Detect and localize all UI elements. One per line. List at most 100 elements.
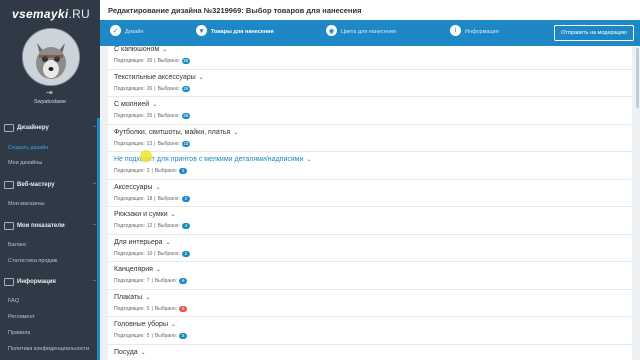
chevron-down-icon[interactable]: ⌄: [156, 267, 161, 273]
fit-count: 12: [146, 223, 153, 229]
chevron-up-icon: ⌃: [92, 125, 98, 132]
chevron-down-icon[interactable]: ⌄: [162, 47, 167, 53]
selected-count-badge: 5: [179, 333, 188, 339]
chevron-down-icon[interactable]: ⌄: [145, 295, 150, 301]
fit-label: Подходящих:: [114, 305, 145, 312]
scrollbar[interactable]: [636, 48, 639, 108]
chevron-down-icon[interactable]: ⌄: [199, 75, 204, 81]
chevron-down-icon[interactable]: ⌄: [171, 212, 176, 218]
sidebar-section-webmaster[interactable]: Веб-мастеру ⌃: [4, 181, 97, 189]
category-row[interactable]: С капюшоном ⌄ Подходящих: 26 | Выбрано: 26: [108, 46, 632, 70]
fit-label: Подходящих:: [114, 140, 145, 147]
category-name[interactable]: Рюкзаки и сумки ⌄: [114, 211, 176, 218]
chevron-down-icon[interactable]: ⌄: [233, 130, 238, 136]
category-name[interactable]: Аксессуары ⌄: [114, 184, 160, 191]
category-meta: Подходящих: 26 | Выбрано: 26: [114, 58, 190, 64]
fit-count: 26: [146, 58, 153, 64]
separator: |: [151, 168, 153, 174]
selected-count-badge: 23: [181, 140, 190, 147]
info-icon: [4, 278, 14, 286]
category-row[interactable]: Футболки, свитшоты, майки, платья ⌄ Подход…: [108, 124, 632, 152]
category-list: С капюшоном ⌄ Подходящих: 26 | Выбрано: 26 Текс…: [100, 46, 640, 360]
chevron-down-icon[interactable]: ⌄: [155, 185, 160, 191]
step-label: Товары для нанесения: [211, 29, 274, 35]
selected-count-badge: 4: [181, 223, 190, 229]
page-title: Редактирование дизайна №3219969: Выбор т…: [108, 6, 362, 15]
category-row[interactable]: Аксессуары ⌄ Подходящих: 18 | Выбрано: 2: [108, 179, 632, 207]
logo-suffix: .RU: [68, 7, 91, 21]
sidebar-item-regulations[interactable]: Регламент: [8, 314, 35, 320]
category-row[interactable]: Для интерьера ⌄ Подходящих: 10 | Выбрано: 2: [108, 234, 632, 262]
category-name[interactable]: Плакаты ⌄: [114, 294, 150, 301]
chevron-down-icon[interactable]: ⌄: [152, 102, 157, 108]
category-title: Аксессуары: [114, 183, 153, 191]
selected-label: Выбрано:: [154, 168, 178, 174]
sidebar-item-create-design[interactable]: Создать дизайн: [8, 145, 48, 151]
sidebar-item-faq[interactable]: FAQ: [8, 298, 19, 304]
sidebar-section-stats[interactable]: Мои показатели ⌃: [4, 222, 97, 230]
category-name[interactable]: Текстильные аксессуары ⌄: [114, 74, 204, 81]
chevron-down-icon[interactable]: ⌄: [171, 322, 176, 328]
category-row[interactable]: Рюкзаки и сумки ⌄ Подходящих: 12 | Выбрано: 4: [108, 207, 632, 235]
category-name[interactable]: Футболки, свитшоты, майки, платья ⌄: [114, 129, 238, 136]
info-icon: i: [450, 25, 461, 36]
category-row[interactable]: Головные уборы ⌄ Подходящих: 5 | Выбрано: 5: [108, 317, 632, 345]
category-row[interactable]: Посуда ⌄: [108, 344, 632, 360]
chevron-down-icon[interactable]: ⌄: [166, 240, 171, 246]
wolf-avatar-icon: [23, 29, 79, 85]
category-name[interactable]: Для интерьера ⌄: [114, 239, 171, 246]
send-to-moderation-button[interactable]: Отправить на модерацию: [554, 25, 634, 41]
step-products[interactable]: ▾ Товары для нанесения: [196, 25, 274, 36]
category-name[interactable]: Канцелярия ⌄: [114, 266, 161, 273]
separator: |: [154, 223, 156, 229]
step-info[interactable]: i Информация: [450, 25, 499, 36]
step-colors[interactable]: ◉ Цвета для нанесения: [326, 25, 396, 36]
avatar[interactable]: [22, 28, 80, 86]
selected-label: Выбрано:: [157, 195, 180, 202]
logo[interactable]: vsemayki.RU: [12, 7, 90, 21]
category-row[interactable]: Плакаты ⌄ Подходящих: 5 | Выбрано: 0: [108, 289, 632, 317]
category-title: Рюкзаки и сумки: [114, 211, 168, 218]
separator: |: [154, 113, 156, 119]
selected-count-badge: 26: [181, 85, 190, 92]
category-meta: Подходящих: 26 | Выбрано: 26: [114, 85, 190, 92]
sidebar-item-sales-stats[interactable]: Статистика продаж: [8, 258, 57, 264]
category-name[interactable]: С молнией ⌄: [114, 101, 157, 108]
category-title: С капюшоном: [114, 46, 160, 53]
category-title: Головные уборы: [114, 321, 168, 328]
category-row[interactable]: Текстильные аксессуары ⌄ Подходящих: 26 | Выб…: [108, 69, 632, 97]
selected-label: Выбрано:: [157, 113, 180, 119]
category-name[interactable]: Головные уборы ⌄: [114, 321, 176, 328]
sidebar-item-my-designs[interactable]: Мои дизайны: [8, 160, 42, 166]
section-label: Мои показатели: [17, 223, 65, 229]
step-label: Дизайн: [125, 29, 144, 35]
username: Swyatoslawe: [33, 99, 67, 105]
category-title: Для интерьера: [114, 238, 163, 246]
chevron-down-icon[interactable]: ⌄: [141, 350, 146, 356]
sidebar-section-info[interactable]: Информация ⌃: [4, 278, 97, 286]
fit-label: Подходящих:: [114, 58, 145, 64]
separator: |: [151, 278, 153, 284]
top-bar: Редактирование дизайна №3219969: Выбор т…: [100, 0, 640, 21]
sidebar-item-privacy[interactable]: Политика конфиденциальности: [8, 346, 89, 352]
sidebar-item-rules[interactable]: Правила: [8, 330, 30, 336]
selected-label: Выбрано:: [157, 85, 180, 92]
fit-count: 26: [146, 85, 153, 92]
separator: |: [151, 333, 153, 339]
category-name[interactable]: С капюшоном ⌄: [114, 46, 167, 53]
chevron-down-icon[interactable]: ⌄: [306, 157, 311, 163]
sidebar-section-designer[interactable]: Дизайнеру ⌃: [4, 124, 97, 132]
category-row[interactable]: Канцелярия ⌄ Подходящих: 7 | Выбрано: 6: [108, 262, 632, 290]
fit-count: 23: [146, 140, 153, 147]
sidebar-item-my-shops[interactable]: Мои магазины: [8, 201, 45, 207]
sidebar-item-balance[interactable]: Баланс: [8, 242, 27, 248]
category-title: Футболки, свитшоты, майки, платья: [114, 128, 231, 136]
category-meta: Подходящих: 5 | Выбрано: 5: [114, 333, 188, 339]
logout-icon[interactable]: ⇥: [46, 88, 53, 97]
category-row[interactable]: Не подходит для принтов с мелкими деталя…: [108, 152, 632, 180]
category-row[interactable]: С молнией ⌄ Подходящих: 25 | Выбрано: 25: [108, 97, 632, 125]
mouse-cursor-highlight: [140, 150, 152, 162]
separator: |: [154, 250, 156, 257]
category-name[interactable]: Посуда ⌄: [114, 349, 146, 356]
step-design[interactable]: ✓ Дизайн: [110, 25, 144, 36]
